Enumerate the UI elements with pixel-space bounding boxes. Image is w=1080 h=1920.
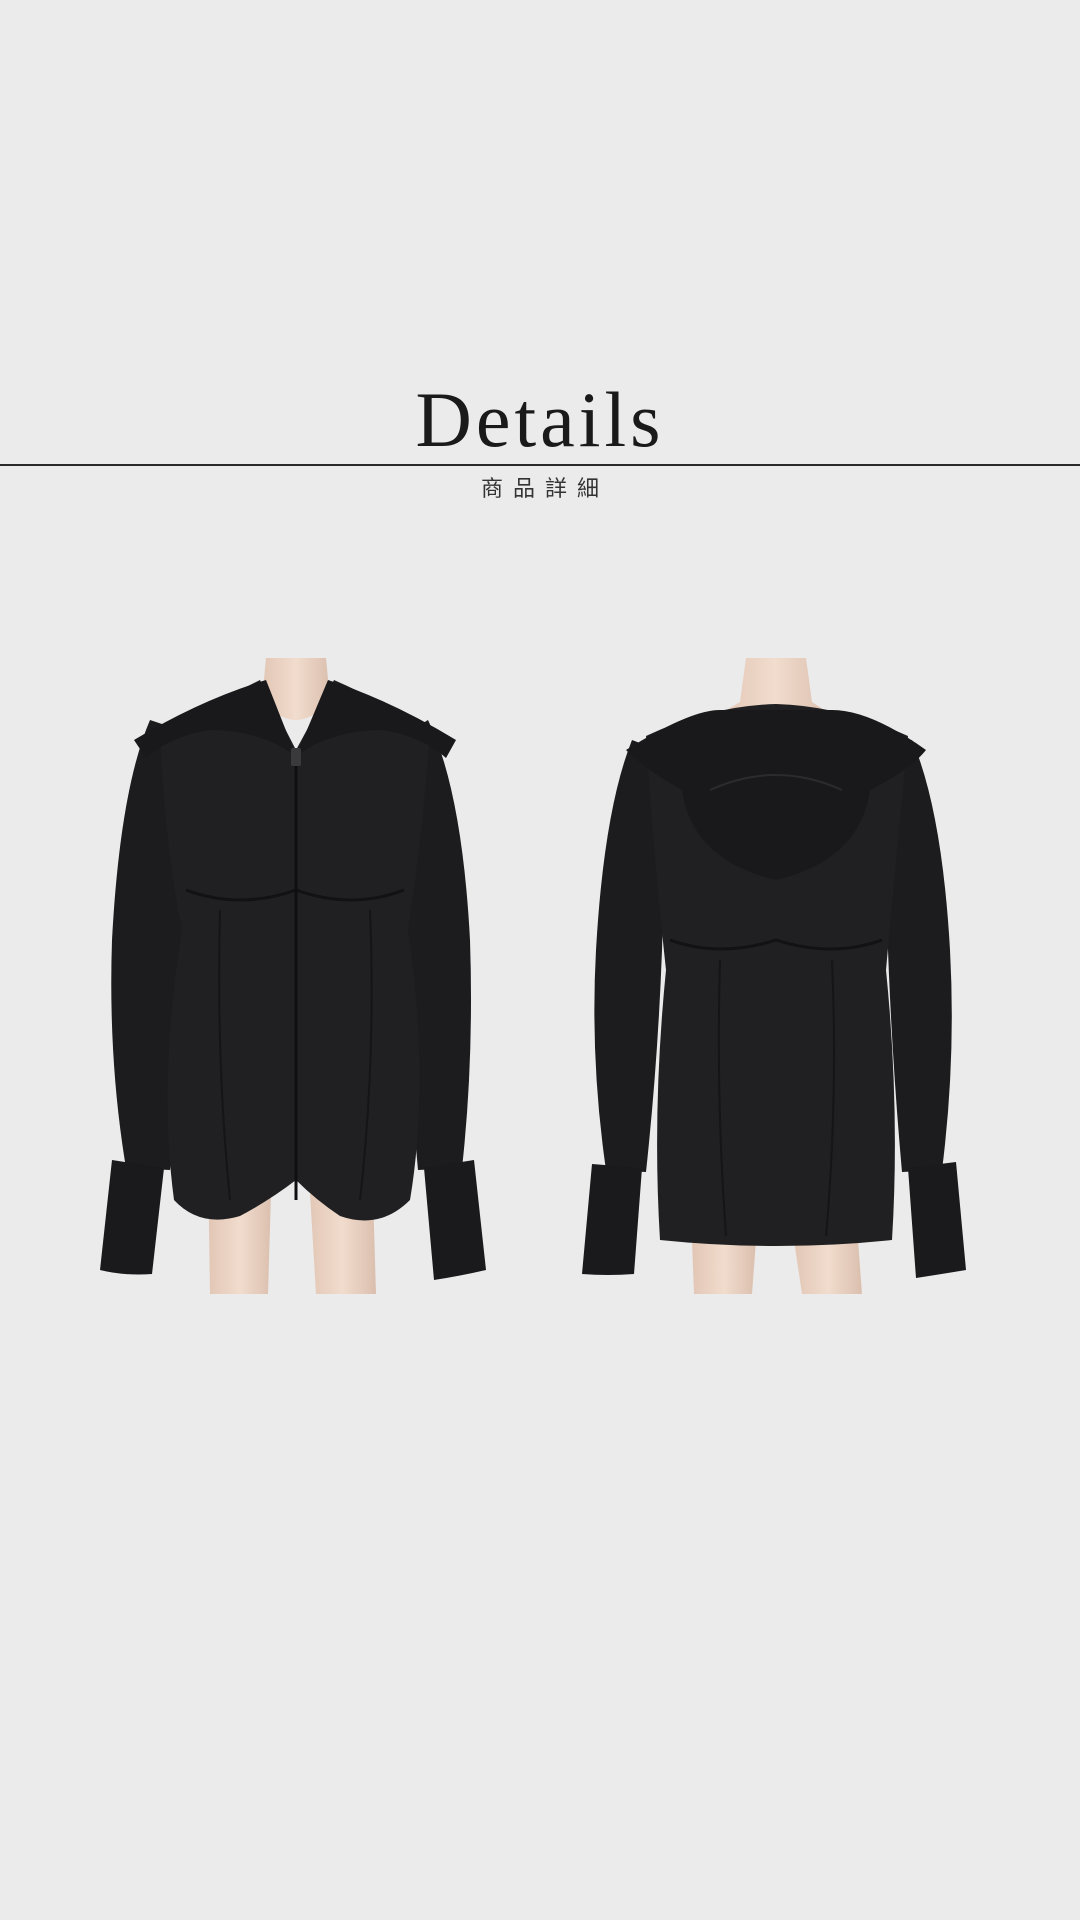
garment-back-image bbox=[570, 640, 990, 1300]
title-divider bbox=[0, 464, 1080, 466]
section-title: Details bbox=[415, 376, 665, 463]
garment-front-image bbox=[90, 640, 510, 1300]
section-subtitle: 商品詳細 bbox=[480, 477, 609, 502]
